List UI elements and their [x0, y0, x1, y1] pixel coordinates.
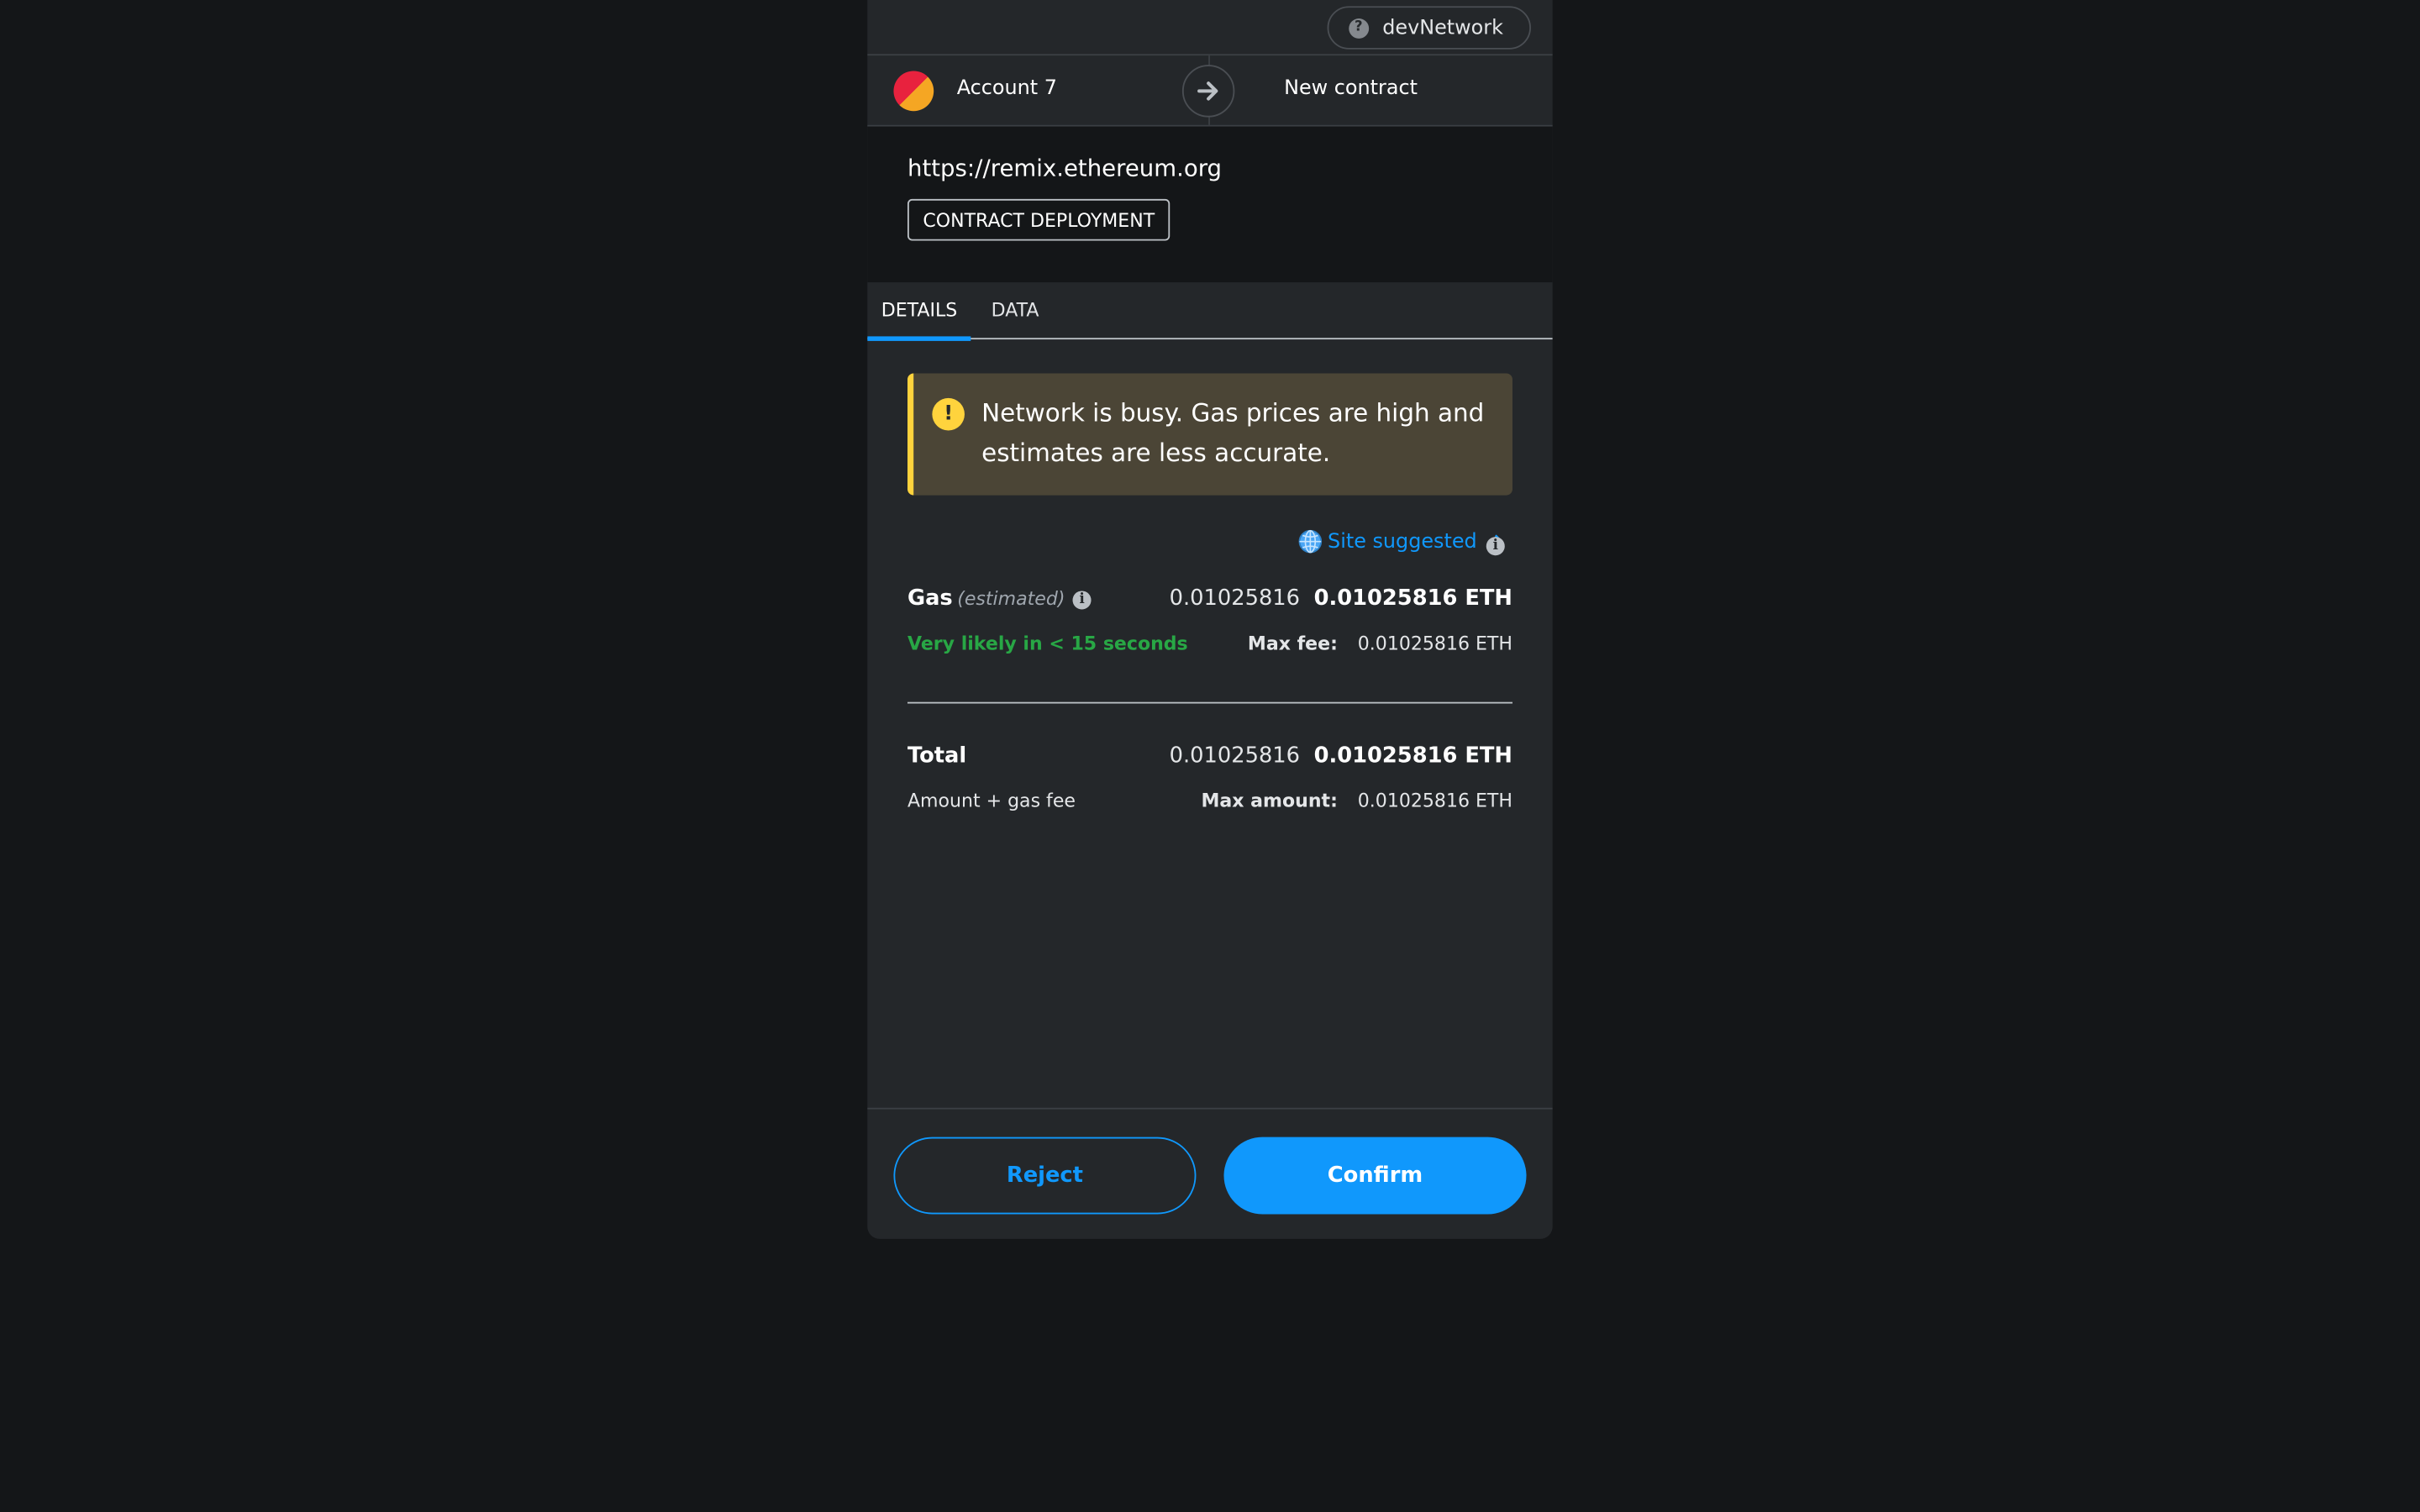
section-divider [907, 701, 1512, 704]
confirm-button[interactable]: Confirm [1223, 1137, 1527, 1215]
question-icon: ? [1348, 18, 1369, 38]
exclamation-icon: ! [932, 397, 965, 431]
max-fee-value: 0.01025816 ETH [1357, 633, 1512, 654]
gas-label: Gas (estimated) i [908, 586, 1092, 611]
total-sublabel: Amount + gas fee [907, 790, 1076, 812]
max-fee-label: Max fee: [1247, 633, 1338, 654]
origin-section: https://remix.ethereum.org CONTRACT DEPL… [867, 126, 1553, 283]
gas-title: Gas [907, 585, 953, 612]
max-amount-row: Max amount: 0.01025816 ETH [1201, 790, 1512, 811]
gas-timing-estimate: Very likely in < 15 seconds [907, 633, 1188, 654]
network-selector[interactable]: ? devNetwork [1327, 6, 1532, 50]
tab-bar: DETAILS DATA [867, 282, 1553, 341]
sender-account-name[interactable]: Account 7 [957, 77, 1057, 101]
account-avatar [893, 71, 934, 112]
info-icon[interactable]: i [1486, 537, 1505, 556]
total-primary-value: 0.01025816 ETH [1313, 743, 1512, 769]
tab-details[interactable]: DETAILS [867, 282, 972, 341]
gas-amounts: 0.01025816 0.01025816 ETH [1170, 586, 1512, 611]
reject-button[interactable]: Reject [893, 1137, 1197, 1215]
warning-text: Network is busy. Gas prices are high and… [981, 397, 1485, 468]
network-header: ? devNetwork [867, 0, 1553, 56]
site-suggested-label: Site suggested [1328, 529, 1477, 554]
gas-estimated-label: (estimated) [957, 587, 1065, 610]
total-label: Total [907, 743, 967, 769]
max-fee-row: Max fee: 0.01025816 ETH [1248, 633, 1512, 654]
arrow-right-icon [1181, 65, 1235, 118]
gas-secondary-value: 0.01025816 [1169, 585, 1301, 612]
max-amount-label: Max amount: [1201, 790, 1338, 812]
gas-primary-value: 0.01025816 ETH [1313, 585, 1512, 612]
site-suggested-link[interactable]: Site suggested [1298, 529, 1506, 554]
gas-info-icon[interactable]: i [1072, 591, 1092, 610]
confirm-transaction-popup: ? devNetwork Account 7 New contract http… [867, 0, 1553, 1239]
recipient-name: New contract [1284, 76, 1418, 101]
total-amounts: 0.01025816 0.01025816 ETH [1170, 743, 1512, 768]
transaction-type-badge: CONTRACT DEPLOYMENT [907, 198, 1171, 241]
stage: ? devNetwork Account 7 New contract http… [0, 0, 2420, 1512]
network-busy-warning: ! Network is busy. Gas prices are high a… [907, 373, 1512, 496]
footer-actions: Reject Confirm [867, 1107, 1553, 1239]
sender-recipient-row: Account 7 New contract [867, 55, 1553, 127]
network-name: devNetwork [1382, 16, 1503, 39]
total-secondary-value: 0.01025816 [1169, 743, 1301, 769]
globe-icon [1299, 529, 1323, 554]
details-panel: ! Network is busy. Gas prices are high a… [867, 339, 1552, 1108]
max-amount-value: 0.01025816 ETH [1357, 790, 1512, 812]
origin-url: https://remix.ethereum.org [907, 154, 1223, 182]
tab-data[interactable]: DATA [968, 282, 1053, 338]
